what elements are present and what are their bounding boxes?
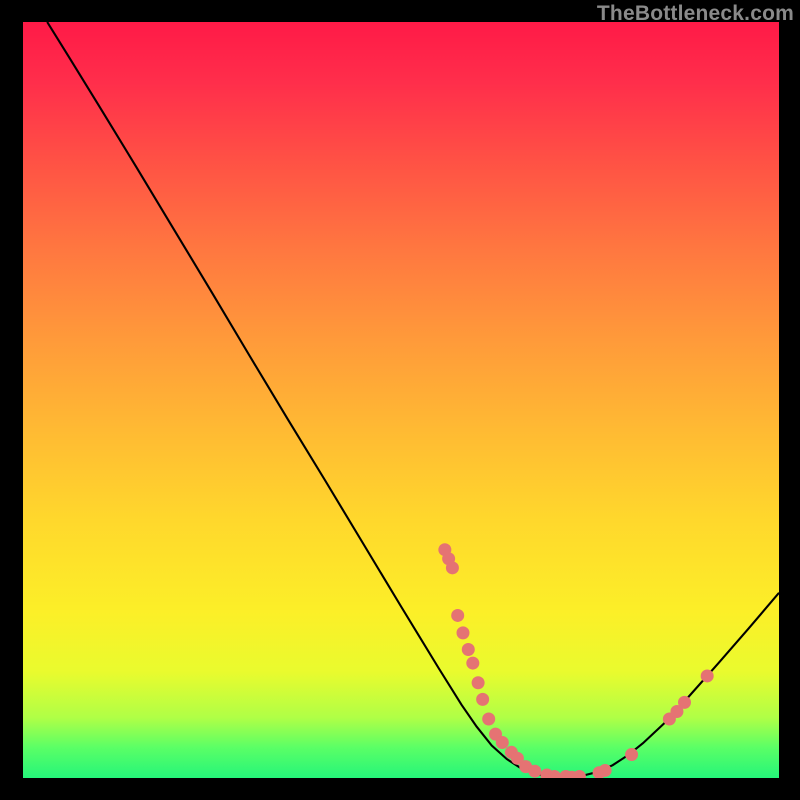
data-point bbox=[456, 626, 469, 639]
data-point bbox=[496, 736, 509, 749]
scatter-points bbox=[438, 543, 713, 778]
data-point bbox=[599, 764, 612, 777]
data-point bbox=[451, 609, 464, 622]
data-point bbox=[701, 669, 714, 682]
data-point bbox=[573, 770, 586, 778]
data-point bbox=[462, 643, 475, 656]
chart-svg bbox=[23, 22, 779, 778]
watermark-text: TheBottleneck.com bbox=[597, 2, 794, 26]
data-point bbox=[446, 561, 459, 574]
data-point bbox=[466, 657, 479, 670]
data-point bbox=[678, 696, 691, 709]
data-point bbox=[528, 765, 541, 778]
data-point bbox=[472, 676, 485, 689]
bottleneck-curve bbox=[47, 22, 779, 777]
data-point bbox=[625, 748, 638, 761]
data-point bbox=[476, 693, 489, 706]
data-point bbox=[482, 713, 495, 726]
